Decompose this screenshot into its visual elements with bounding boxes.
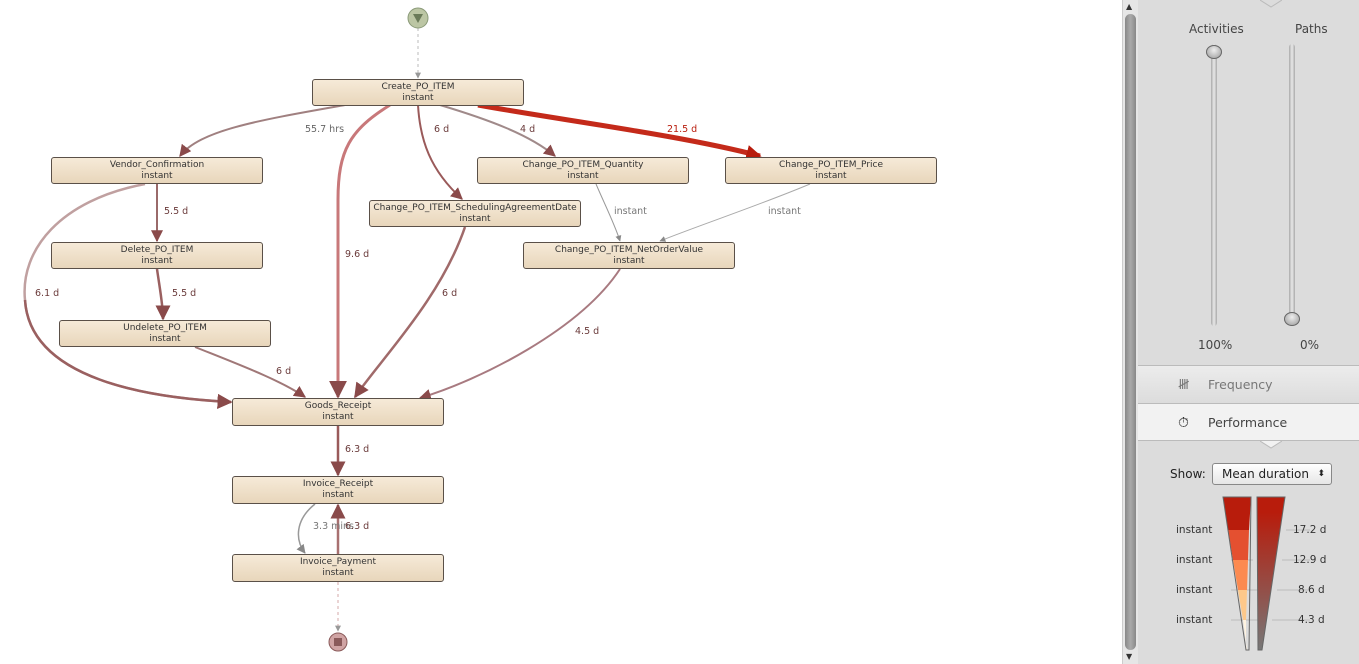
edge-sched-goods[interactable] — [353, 226, 467, 399]
activity-invoice-receipt[interactable]: Invoice_Receipt instant — [232, 476, 444, 504]
activity-undelete-po-item[interactable]: Undelete_PO_ITEM instant — [59, 320, 271, 347]
activity-change-net-order-value[interactable]: Change_PO_ITEM_NetOrderValue instant — [523, 242, 735, 269]
activity-duration: instant — [459, 214, 491, 224]
select-value: Mean duration — [1222, 467, 1310, 481]
activity-label: Invoice_Receipt — [302, 479, 374, 489]
edge-label: 6 d — [276, 366, 291, 377]
activity-vendor-confirmation[interactable]: Vendor_Confirmation instant — [51, 157, 263, 184]
activity-duration: instant — [141, 171, 173, 181]
edge-label: 9.6 d — [345, 249, 369, 260]
vertical-scrollbar[interactable]: ▲ ▼ — [1122, 0, 1138, 664]
activity-duration: instant — [567, 171, 599, 181]
scrollbar-thumb[interactable] — [1125, 14, 1136, 650]
activity-label: Undelete_PO_ITEM — [123, 323, 207, 333]
edge-label: 6 d — [434, 124, 449, 135]
legend-right-label: 12.9 d — [1293, 554, 1327, 566]
legend-left-label: instant — [1176, 524, 1213, 536]
activity-label: Change_PO_ITEM_Price — [778, 160, 884, 170]
edge-label: 5.5 d — [172, 288, 196, 299]
activity-invoice-payment[interactable]: Invoice_Payment instant — [232, 554, 444, 582]
paths-slider-handle[interactable] — [1284, 312, 1300, 326]
panel-pointer — [1260, 0, 1282, 8]
edge-label: 55.7 hrs — [305, 124, 344, 135]
show-label: Show: — [1170, 467, 1206, 481]
edge-create-sched[interactable] — [417, 104, 463, 200]
stopwatch-icon: ⏱ — [1178, 415, 1189, 431]
activity-change-scheduling-date[interactable]: Change_PO_ITEM_SchedulingAgreementDate in… — [369, 200, 581, 227]
activity-duration: instant — [613, 256, 645, 266]
activity-label: Change_PO_ITEM_SchedulingAgreementDate — [373, 203, 577, 213]
scroll-up-arrow-icon[interactable]: ▲ — [1126, 2, 1132, 11]
activities-slider[interactable] — [1211, 44, 1217, 326]
tab-performance[interactable]: ⏱ Performance — [1138, 403, 1359, 441]
legend-left-label: instant — [1176, 614, 1213, 626]
activities-slider-handle[interactable] — [1206, 45, 1222, 59]
legend-left-label: instant — [1176, 584, 1213, 596]
process-map-canvas[interactable]: 55.7 hrs 9.6 d 6 d 4 d 21.5 d 5.5 d 6.1 … — [0, 0, 1122, 664]
edge-label: instant — [768, 206, 801, 217]
legend-left-label: instant — [1176, 554, 1213, 566]
activity-change-quantity[interactable]: Change_PO_ITEM_Quantity instant — [477, 157, 689, 184]
activity-duration: instant — [149, 334, 181, 344]
edge-label: 6 d — [442, 288, 457, 299]
paths-slider[interactable] — [1289, 44, 1295, 326]
activity-duration: instant — [141, 256, 173, 266]
edge-label: 6.1 d — [35, 288, 59, 299]
activity-create-po-item[interactable]: Create_PO_ITEM instant — [312, 79, 524, 106]
stop-icon — [334, 638, 342, 646]
activity-duration: instant — [402, 93, 434, 103]
tab-frequency[interactable]: 𝍸 Frequency — [1138, 365, 1359, 403]
edge-label: 4.5 d — [575, 326, 599, 337]
legend-right-label: 8.6 d — [1298, 584, 1325, 596]
activity-label: Change_PO_ITEM_NetOrderValue — [554, 245, 704, 255]
activity-duration: instant — [322, 490, 354, 500]
activity-label: Invoice_Payment — [299, 557, 377, 567]
legend-right-label: 17.2 d — [1293, 524, 1327, 536]
edge-vendor-goods-end — [23, 299, 233, 409]
edge-label: 5.5 d — [164, 206, 188, 217]
updown-arrows-icon: ⬍ — [1317, 469, 1325, 479]
activity-duration: instant — [322, 568, 354, 578]
tab-label: Frequency — [1208, 377, 1273, 392]
performance-legend — [1222, 496, 1310, 651]
activity-duration: instant — [815, 171, 847, 181]
activity-duration: instant — [322, 412, 354, 422]
activity-label: Goods_Receipt — [304, 401, 372, 411]
edge-label: 4 d — [520, 124, 535, 135]
activity-delete-po-item[interactable]: Delete_PO_ITEM instant — [51, 242, 263, 269]
edge-label: 21.5 d — [667, 124, 697, 135]
paths-value: 0% — [1300, 338, 1320, 352]
tab-label: Performance — [1208, 415, 1288, 430]
paths-slider-label: Paths — [1295, 22, 1328, 36]
activities-slider-label: Activities — [1189, 22, 1244, 36]
edge-label: instant — [614, 206, 647, 217]
activity-label: Delete_PO_ITEM — [120, 245, 194, 255]
legend-right-label: 4.3 d — [1298, 614, 1325, 626]
activity-goods-receipt[interactable]: Goods_Receipt instant — [232, 398, 444, 426]
edge-delete-undelete[interactable] — [155, 268, 171, 321]
activity-label: Vendor_Confirmation — [109, 160, 205, 170]
edge-label: 6.3 d — [345, 521, 369, 532]
activity-change-price[interactable]: Change_PO_ITEM_Price instant — [725, 157, 937, 184]
scroll-down-arrow-icon[interactable]: ▼ — [1126, 652, 1132, 661]
settings-panel: Activities Paths 100% 0% 𝍸 Frequency ⏱ Per… — [1138, 0, 1359, 664]
activity-label: Create_PO_ITEM — [381, 82, 455, 92]
tally-icon: 𝍸 — [1178, 377, 1190, 393]
show-metric-select[interactable]: Mean duration ⬍ — [1212, 463, 1332, 485]
activities-value: 100% — [1198, 338, 1233, 352]
edge-label: 6.3 d — [345, 444, 369, 455]
activity-label: Change_PO_ITEM_Quantity — [522, 160, 644, 170]
tab-pointer — [1260, 441, 1282, 449]
